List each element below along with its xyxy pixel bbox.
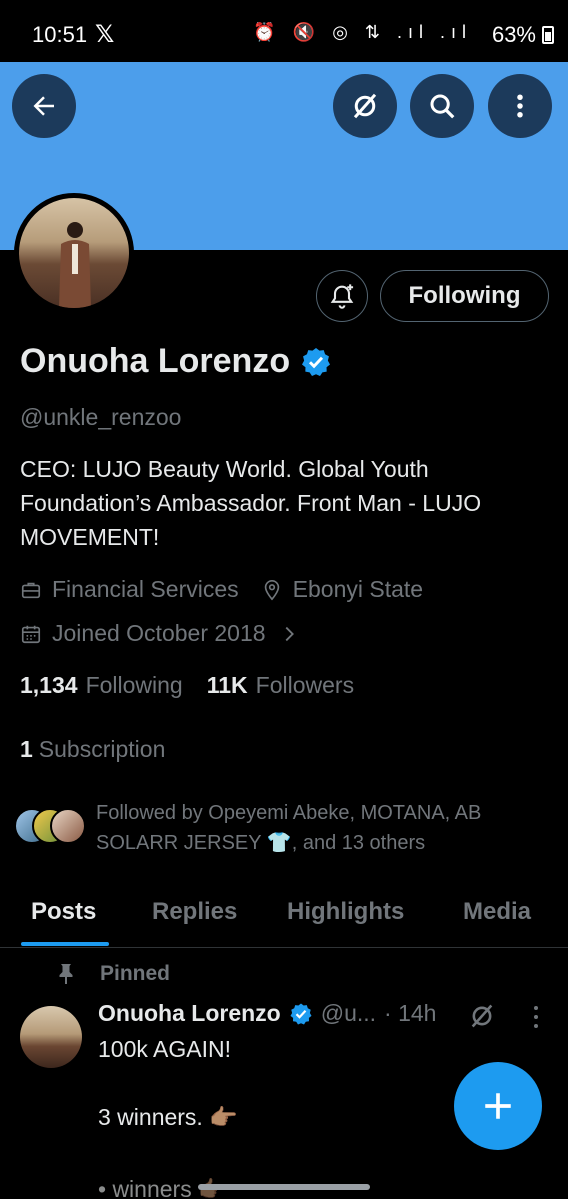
pinned-label: Pinned xyxy=(100,962,171,985)
pin-icon xyxy=(59,964,73,984)
profile-bio: CEO: LUJO Beauty World. Global Youth Fou… xyxy=(20,456,482,550)
home-indicator[interactable] xyxy=(198,1184,370,1190)
grok-icon xyxy=(353,93,377,119)
profile-meta-row: Financial Services Ebonyi State xyxy=(20,576,423,603)
following-count: 1,134 xyxy=(20,672,78,698)
following-stat[interactable]: 1,134 Following xyxy=(20,672,183,699)
active-tab-indicator xyxy=(21,942,109,946)
following-button[interactable]: Following xyxy=(380,270,549,322)
followed-by-text: Followed by Opeyemi Abeke, MOTANA, AB SO… xyxy=(96,802,482,854)
search-button[interactable] xyxy=(410,74,474,138)
calendar-icon xyxy=(21,625,41,643)
bell-plus-icon xyxy=(330,284,354,309)
profile-name: Onuoha Lorenzo xyxy=(20,342,291,380)
followers-stat[interactable]: 11K Followers xyxy=(207,672,354,699)
back-button[interactable] xyxy=(12,74,76,138)
post-time[interactable]: · 14h xyxy=(384,1000,436,1027)
avatar-figure xyxy=(59,222,91,308)
compose-button[interactable] xyxy=(454,1062,542,1150)
tab-posts[interactable]: Posts xyxy=(31,898,96,926)
search-icon xyxy=(430,94,455,119)
post-more-icon[interactable] xyxy=(530,1004,542,1030)
profile-tabs: Posts Replies Highlights Media xyxy=(0,880,568,948)
tab-replies[interactable]: Replies xyxy=(152,898,237,926)
followers-label: Followers xyxy=(255,672,355,698)
subscriptions-stat[interactable]: 1 Subscription xyxy=(20,736,165,763)
followers-count: 11K xyxy=(206,672,248,698)
location-pin-icon xyxy=(264,579,279,600)
post-text-line: 100k AGAIN! xyxy=(98,1036,231,1062)
subscriptions-label: Subscription xyxy=(38,736,166,762)
profile-category: Financial Services xyxy=(52,576,239,602)
verified-badge-icon[interactable] xyxy=(300,346,332,378)
more-options-button[interactable] xyxy=(488,74,552,138)
back-arrow-icon xyxy=(33,96,54,116)
battery-percent: 63% xyxy=(491,22,536,47)
tab-media[interactable]: Media xyxy=(463,898,531,926)
post-text-line: 3 winners. 👉🏽 xyxy=(98,1104,238,1130)
post-author-avatar[interactable] xyxy=(20,1006,82,1068)
post-author-handle[interactable]: @u... xyxy=(321,1000,376,1027)
briefcase-icon xyxy=(21,582,41,598)
notifications-button[interactable] xyxy=(316,270,368,322)
name-row: Onuoha Lorenzo xyxy=(20,342,332,381)
profile-location: Ebonyi State xyxy=(292,576,424,602)
profile-joined: Joined October 2018 xyxy=(52,620,266,646)
x-logo-icon: 𝕏 xyxy=(95,21,115,48)
plus-icon xyxy=(485,1093,511,1119)
status-bar: 10:51 𝕏 ⏰ 🔇 ◎ ⇅ .ıl .ıl 63% xyxy=(0,0,568,62)
tab-highlights[interactable]: Highlights xyxy=(287,898,404,926)
verified-badge-icon xyxy=(290,1003,312,1024)
post-header: Onuoha Lorenzo @u... · 14h xyxy=(98,1000,436,1027)
post-author-name[interactable]: Onuoha Lorenzo xyxy=(98,1000,281,1027)
profile-avatar[interactable] xyxy=(14,193,134,313)
status-time: 10:51 xyxy=(32,22,88,47)
system-icons: ⏰ 🔇 ◎ ⇅ .ıl .ıl xyxy=(253,22,472,42)
grok-button[interactable] xyxy=(333,74,397,138)
grok-icon[interactable] xyxy=(468,1002,496,1030)
pinned-label-row: Pinned xyxy=(56,962,170,986)
followed-by-row[interactable]: Followed by Opeyemi Abeke, MOTANA, AB SO… xyxy=(14,798,556,858)
subscriptions-count: 1 xyxy=(20,736,33,762)
following-label: Following xyxy=(85,672,183,698)
profile-joined-row[interactable]: Joined October 2018 xyxy=(20,620,300,647)
more-vertical-icon xyxy=(517,94,523,118)
avatar xyxy=(50,808,86,844)
profile-handle: @unkle_renzoo xyxy=(20,404,182,430)
chevron-right-icon xyxy=(285,626,294,641)
battery-icon xyxy=(542,26,554,44)
followed-by-avatars xyxy=(14,808,90,848)
follow-stats: 1,134 Following 11K Followers xyxy=(20,672,378,699)
